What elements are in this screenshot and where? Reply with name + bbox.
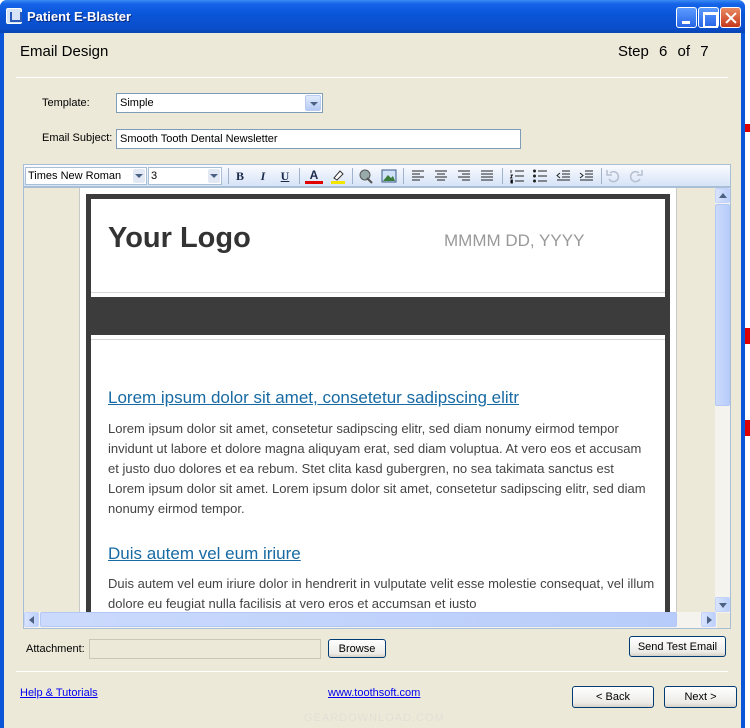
image-icon[interactable] <box>380 168 398 185</box>
article-heading-2[interactable]: Duis autem vel eum iriure <box>108 544 301 564</box>
font-family-value: Times New Roman <box>28 170 122 182</box>
close-button[interactable] <box>720 7 741 28</box>
redo-icon[interactable] <box>627 168 645 185</box>
bullet-list-icon[interactable] <box>531 168 549 185</box>
scroll-down-button[interactable] <box>715 597 730 612</box>
browse-button[interactable]: Browse <box>328 639 386 658</box>
attachment-field[interactable] <box>89 639 321 659</box>
align-left-icon[interactable] <box>409 168 427 185</box>
step-current: 6 <box>659 43 668 60</box>
page-title: Email Design <box>20 43 109 60</box>
bold-icon[interactable]: B <box>231 168 249 185</box>
chevron-down-icon[interactable] <box>305 95 321 111</box>
scroll-thumb[interactable] <box>40 612 677 627</box>
font-size-select[interactable]: 3 <box>148 167 222 185</box>
toolbar-separator <box>299 168 300 184</box>
article-paragraph-1[interactable]: Lorem ipsum dolor sit amet, consetetur s… <box>108 419 650 519</box>
next-button[interactable]: Next > <box>664 686 737 708</box>
toolbar-separator <box>352 168 353 184</box>
app-window: Patient E-Blaster Email Design Step 6 of… <box>0 0 745 728</box>
article-heading-1[interactable]: Lorem ipsum dolor sit amet, consetetur s… <box>108 388 519 408</box>
app-icon <box>6 8 22 24</box>
header-band <box>91 297 665 335</box>
highlight-icon[interactable] <box>329 168 347 185</box>
step-of: of <box>677 43 691 60</box>
underline-icon[interactable]: U <box>276 168 294 185</box>
email-preview-page[interactable]: Your Logo MMMM DD, YYYY Lorem ipsum dolo… <box>79 188 677 624</box>
undo-icon[interactable] <box>604 168 622 185</box>
client-area: Email Design Step 6 of 7 Template: Simpl… <box>4 33 741 728</box>
send-test-email-button[interactable]: Send Test Email <box>629 636 726 657</box>
background-mark <box>745 124 750 132</box>
website-link[interactable]: www.toothsoft.com <box>328 687 420 699</box>
template-label: Template: <box>42 97 90 109</box>
email-subject-input[interactable] <box>117 130 520 148</box>
email-editor[interactable]: Your Logo MMMM DD, YYYY Lorem ipsum dolo… <box>23 187 731 629</box>
template-select[interactable]: Simple <box>116 93 323 113</box>
outdent-icon[interactable] <box>554 168 572 185</box>
italic-icon[interactable]: I <box>254 168 272 185</box>
background-mark <box>745 420 750 436</box>
vertical-scrollbar[interactable] <box>715 188 730 613</box>
background-mark <box>745 328 750 344</box>
toolbar-separator <box>502 168 503 184</box>
toolbar-separator <box>228 168 229 184</box>
step-indicator: Step 6 of 7 <box>618 43 709 60</box>
divider <box>91 292 665 293</box>
background-strip <box>745 0 750 728</box>
step-total: 7 <box>700 43 709 60</box>
divider <box>91 339 665 340</box>
chevron-down-icon[interactable] <box>208 169 220 183</box>
scroll-up-button[interactable] <box>715 188 730 203</box>
window-title: Patient E-Blaster <box>27 9 132 24</box>
attachment-input[interactable] <box>90 640 320 658</box>
template-value: Simple <box>120 97 154 109</box>
minimize-button[interactable] <box>676 7 697 28</box>
toolbar-separator <box>601 168 602 184</box>
numbered-list-icon[interactable] <box>508 168 526 185</box>
font-family-select[interactable]: Times New Roman <box>25 167 147 185</box>
watermark: GEARDOWNLOAD.COM <box>304 712 445 724</box>
help-tutorials-link[interactable]: Help & Tutorials <box>20 687 98 699</box>
scroll-right-button[interactable] <box>701 612 716 627</box>
horizontal-scrollbar[interactable] <box>24 612 717 628</box>
font-color-icon[interactable]: A <box>305 168 323 184</box>
align-center-icon[interactable] <box>432 168 450 185</box>
attachment-label: Attachment: <box>26 643 85 655</box>
chevron-down-icon[interactable] <box>133 169 145 183</box>
email-subject-field[interactable] <box>116 129 521 149</box>
header-divider <box>16 77 728 78</box>
email-template: Your Logo MMMM DD, YYYY Lorem ipsum dolo… <box>86 194 670 624</box>
back-button[interactable]: < Back <box>572 686 654 708</box>
logo-placeholder[interactable]: Your Logo <box>108 222 251 255</box>
date-placeholder[interactable]: MMMM DD, YYYY <box>444 231 584 251</box>
email-subject-label: Email Subject: <box>42 132 113 144</box>
footer-divider <box>16 671 728 672</box>
step-label: Step <box>618 43 649 60</box>
toolbar-separator <box>403 168 404 184</box>
font-size-value: 3 <box>151 170 158 182</box>
link-icon[interactable] <box>357 168 375 185</box>
scroll-thumb[interactable] <box>715 204 730 406</box>
editor-toolbar: Times New Roman 3 B I U A <box>23 164 731 187</box>
title-bar[interactable]: Patient E-Blaster <box>0 0 745 33</box>
justify-icon[interactable] <box>478 168 496 185</box>
maximize-button[interactable] <box>698 7 719 28</box>
scroll-left-button[interactable] <box>24 612 39 627</box>
article-paragraph-2[interactable]: Duis autem vel eum iriure dolor in hendr… <box>108 574 656 614</box>
align-right-icon[interactable] <box>455 168 473 185</box>
indent-icon[interactable] <box>577 168 595 185</box>
